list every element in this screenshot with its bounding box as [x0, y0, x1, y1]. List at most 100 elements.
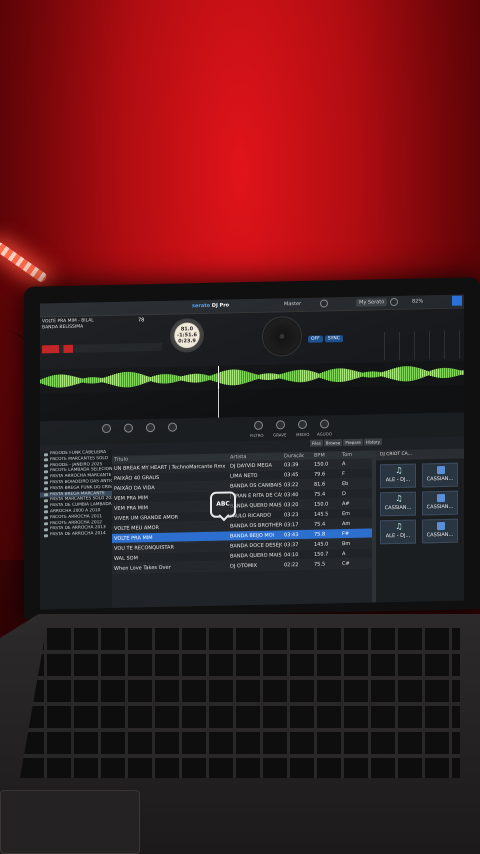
- waveform-bar: [456, 369, 458, 376]
- cell-bpm: 75.5: [314, 561, 326, 568]
- crate-item[interactable]: PASTA DE ARROCHA 2014: [40, 531, 112, 538]
- fx-knob-4[interactable]: [168, 422, 177, 432]
- cell-key: F: [342, 471, 345, 478]
- sampler-slot[interactable]: CASSIAN...: [422, 462, 458, 488]
- waveform-bar: [242, 370, 244, 384]
- sampler-slot[interactable]: ♫ ALE - DJ...: [380, 463, 416, 489]
- eq-bass-knob[interactable]: [276, 420, 285, 430]
- waveform-bar: [396, 367, 398, 381]
- waveform-bar: [176, 375, 178, 382]
- sync-button[interactable]: SYNC: [324, 335, 343, 343]
- waveform-bar: [420, 368, 422, 379]
- waveform-bar: [96, 377, 98, 384]
- sampler-slot[interactable]: CASSIAN...: [422, 490, 458, 516]
- waveform-bar: [416, 367, 418, 380]
- waveform-bar: [344, 368, 346, 382]
- cell-duration: 03:20: [284, 502, 299, 509]
- waveform-bar: [64, 374, 66, 388]
- cell-duration: 04:10: [284, 552, 299, 559]
- waveform-bar: [230, 369, 232, 386]
- close-button[interactable]: [452, 295, 462, 306]
- waveform-bar: [58, 374, 60, 388]
- waveform-bar: [404, 366, 406, 382]
- waveform-bar: [208, 375, 210, 381]
- touchpad: [0, 790, 140, 854]
- sampler-slot-label: CASSIAN...: [426, 503, 454, 511]
- fx-knob-1[interactable]: [102, 423, 111, 434]
- sampler-slot[interactable]: ♫ CASSIAN...: [380, 491, 416, 517]
- waveform-bar: [260, 374, 262, 380]
- waveform-bar: [252, 373, 254, 381]
- waveform-bar: [400, 366, 402, 382]
- waveform-bar: [376, 371, 378, 378]
- waveform-bar: [84, 378, 86, 383]
- waveform-bar: [206, 375, 208, 381]
- my-serato-button[interactable]: My Serato: [356, 298, 388, 307]
- waveform-bar: [336, 368, 338, 382]
- eq-high-knob[interactable]: [320, 419, 329, 429]
- eq-filter-knob[interactable]: [254, 420, 263, 430]
- waveform-bar: [202, 374, 204, 382]
- waveform-bar: [380, 372, 382, 377]
- tab-prepare[interactable]: Prepare: [343, 438, 363, 447]
- waveform-bar: [190, 374, 192, 383]
- waveform-bar: [174, 375, 176, 383]
- waveform-bar: [124, 371, 126, 388]
- waveform-bar: [402, 366, 404, 382]
- sync-off-button[interactable]: OFF: [308, 335, 323, 343]
- waveform-bar: [196, 373, 198, 383]
- waveform-bar: [108, 376, 110, 384]
- headphones-icon[interactable]: [320, 299, 328, 308]
- sampler-slot-label: ALE - DJ...: [385, 532, 411, 540]
- fx-knob-2[interactable]: [124, 423, 133, 433]
- waveform-bar: [184, 375, 186, 382]
- waveform-bar: [220, 371, 222, 384]
- sampler-slot[interactable]: CASSIAN...: [422, 518, 458, 544]
- waveform-bar: [250, 372, 252, 382]
- cue-points-row[interactable]: [42, 342, 162, 354]
- tab-history[interactable]: History: [363, 438, 382, 446]
- waveform-bar: [366, 371, 368, 378]
- waveform-bar: [370, 371, 372, 378]
- waveform-bar: [160, 374, 162, 384]
- waveform-bar: [236, 369, 238, 386]
- waveform-bar: [454, 369, 456, 377]
- sampler-slot-label: CASSIAN...: [426, 531, 454, 539]
- waveform-bar: [398, 367, 400, 381]
- waveform-bar: [266, 373, 268, 380]
- waveform-bar: [388, 369, 390, 379]
- waveform-bar: [438, 368, 440, 378]
- sampler-slot[interactable]: ♫ ALE - DJ...: [380, 519, 416, 545]
- waveform-bar: [222, 371, 224, 384]
- waveform-bar: [458, 369, 460, 376]
- waveform-bar: [248, 372, 250, 383]
- waveform-bar: [120, 372, 122, 387]
- waveform-bar: [192, 373, 194, 383]
- cell-key: Bm: [342, 540, 351, 548]
- fx-knob-3[interactable]: [146, 423, 155, 433]
- waveform-bar: [274, 373, 276, 380]
- waveform-bar: [294, 370, 296, 382]
- waveform-bar: [360, 372, 362, 378]
- sampler-header[interactable]: DJ CRIOT CA...: [376, 448, 464, 461]
- waveform-bar: [148, 376, 150, 382]
- sample-icon: [437, 521, 445, 531]
- gear-icon[interactable]: [390, 297, 398, 307]
- sample-icon: [437, 465, 445, 475]
- waveform-bar: [332, 369, 334, 382]
- waveform-bar: [362, 372, 364, 377]
- waveform-bar: [228, 369, 230, 386]
- tab-browse[interactable]: Browse: [323, 439, 343, 447]
- waveform-bar: [182, 376, 184, 381]
- waveform-bar: [40, 379, 42, 384]
- waveform-bar: [240, 370, 242, 385]
- performance-pads[interactable]: [370, 330, 460, 361]
- eq-mid-knob[interactable]: [298, 419, 307, 430]
- waveform-bar: [264, 373, 266, 380]
- music-note-icon: ♫: [395, 493, 403, 503]
- waveform-bar: [446, 367, 448, 378]
- tab-files[interactable]: Files: [310, 439, 323, 447]
- waveform-bar: [290, 371, 292, 382]
- deck-2-disc[interactable]: [262, 315, 302, 357]
- library-tabs: Files Browse Prepare History: [310, 438, 383, 447]
